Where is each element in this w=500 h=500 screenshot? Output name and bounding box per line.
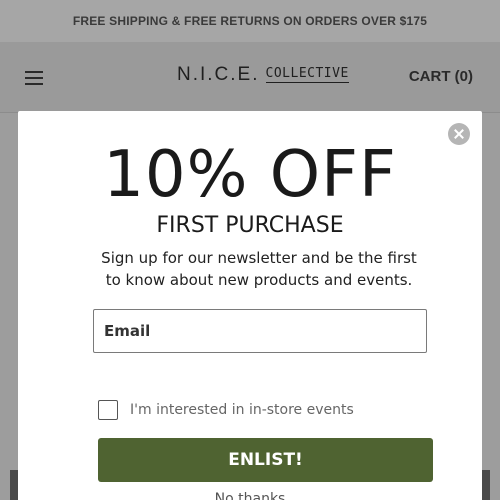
in-store-events-label: I'm interested in in-store events xyxy=(130,402,354,418)
in-store-events-checkbox[interactable] xyxy=(98,400,118,420)
site-header: N.I.C.E. COLLECTIVE CART (0) xyxy=(0,42,500,113)
modal-headline: 10% OFF xyxy=(103,138,397,212)
modal-subheadline: FIRST PURCHASE xyxy=(156,213,344,238)
logo-main-text: N.I.C.E. xyxy=(177,64,260,85)
page: FREE SHIPPING & FREE RETURNS ON ORDERS O… xyxy=(0,0,500,500)
enlist-button[interactable]: ENLIST! xyxy=(98,438,433,482)
site-logo[interactable]: N.I.C.E. COLLECTIVE xyxy=(177,64,349,86)
no-thanks-link[interactable]: No thanks xyxy=(18,491,482,500)
modal-description-line-1: Sign up for our newsletter and be the fi… xyxy=(101,249,417,267)
cart-link[interactable]: CART (0) xyxy=(409,68,473,85)
announcement-text: FREE SHIPPING & FREE RETURNS ON ORDERS O… xyxy=(72,14,428,28)
logo-sub-text: COLLECTIVE xyxy=(265,66,349,83)
email-field[interactable] xyxy=(93,309,427,353)
newsletter-modal: 10% OFF FIRST PURCHASE Sign up for our n… xyxy=(18,111,482,500)
in-store-events-consent: I'm interested in in-store events xyxy=(98,400,354,420)
modal-description-line-2: to know about new products and events. xyxy=(105,271,413,289)
background-edge-left xyxy=(10,470,18,500)
announcement-bar: FREE SHIPPING & FREE RETURNS ON ORDERS O… xyxy=(0,0,500,42)
modal-description: Sign up for our newsletter and be the fi… xyxy=(58,247,460,291)
hamburger-menu-icon[interactable] xyxy=(25,71,45,85)
background-edge-right xyxy=(482,470,490,500)
